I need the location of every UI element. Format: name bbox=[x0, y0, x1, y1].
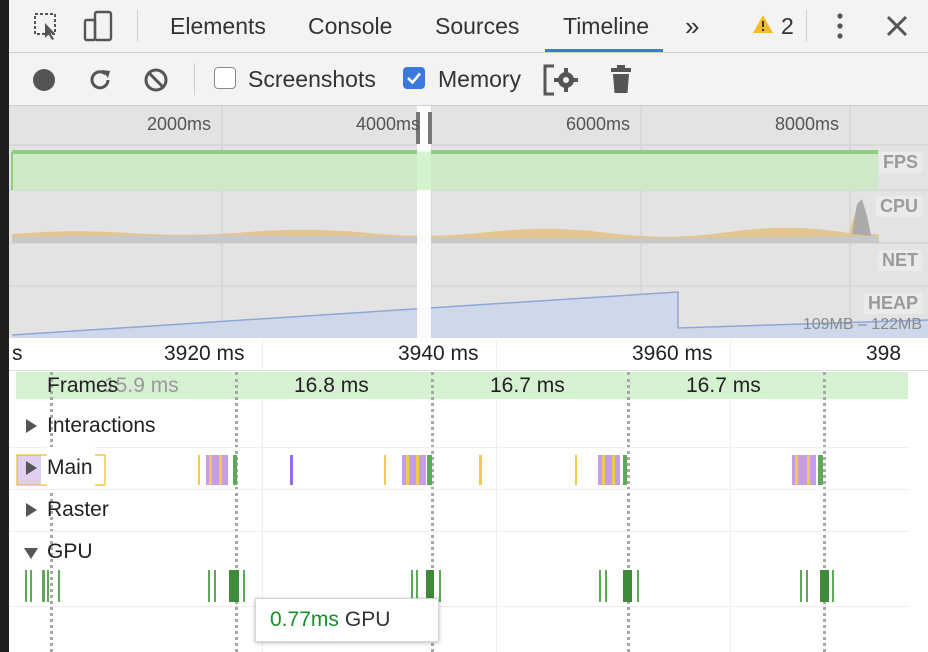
memory-label[interactable]: Memory bbox=[438, 53, 521, 105]
fps-track-label: FPS bbox=[878, 152, 922, 173]
warning-count[interactable]: 2 bbox=[781, 0, 794, 52]
tooltip-duration: 0.77ms bbox=[270, 608, 339, 631]
collapse-triangle-icon[interactable] bbox=[24, 548, 38, 559]
device-toolbar-icon[interactable] bbox=[83, 10, 113, 47]
heap-range: 109MB – 122MB bbox=[802, 316, 922, 333]
warning-icon[interactable] bbox=[752, 14, 774, 39]
timeline-overview[interactable]: 2000ms 4000ms 6000ms 8000ms FPS CPU NET … bbox=[9, 106, 928, 339]
close-icon[interactable] bbox=[885, 14, 909, 43]
main-label: Main bbox=[47, 447, 95, 489]
cpu-track-label: CPU bbox=[875, 196, 922, 217]
more-tabs-button[interactable]: » bbox=[685, 0, 699, 52]
gpu-row[interactable]: GPU bbox=[9, 531, 909, 573]
screenshots-checkbox[interactable] bbox=[214, 67, 236, 89]
interactions-label: Interactions bbox=[47, 414, 156, 437]
tab-elements[interactable]: Elements bbox=[170, 0, 266, 52]
clear-icon[interactable] bbox=[143, 67, 169, 98]
tooltip-label: GPU bbox=[344, 608, 391, 631]
main-thread-events bbox=[16, 454, 823, 486]
frame-duration[interactable]: 16.8 ms bbox=[294, 372, 369, 399]
expand-triangle-icon[interactable] bbox=[26, 503, 37, 517]
gpu-events[interactable] bbox=[0, 568, 928, 608]
overview-tick: 4000ms bbox=[356, 114, 421, 134]
memory-checkbox[interactable] bbox=[403, 67, 425, 89]
frames-track[interactable]: Frames 15.9 ms 16.8 ms 16.7 ms 16.7 ms bbox=[16, 372, 908, 399]
net-track-label: NET bbox=[878, 250, 922, 271]
heap-track-label: HEAP bbox=[863, 293, 922, 314]
screenshots-label[interactable]: Screenshots bbox=[248, 53, 376, 105]
reload-icon[interactable] bbox=[87, 67, 113, 98]
tab-timeline[interactable]: Timeline bbox=[544, 0, 664, 52]
expand-triangle-icon[interactable] bbox=[26, 419, 37, 433]
main-row[interactable]: Main bbox=[9, 447, 909, 490]
trash-icon[interactable] bbox=[610, 64, 632, 99]
inspect-element-icon[interactable] bbox=[33, 12, 61, 45]
capture-settings-icon[interactable] bbox=[542, 63, 582, 102]
kebab-menu-icon[interactable] bbox=[835, 12, 845, 45]
gpu-row-divider bbox=[9, 606, 909, 607]
overview-graph bbox=[9, 106, 928, 338]
record-icon[interactable] bbox=[32, 68, 56, 97]
frame-duration[interactable]: 16.7 ms bbox=[686, 372, 761, 399]
tab-console[interactable]: Console bbox=[308, 0, 392, 52]
gpu-tooltip: 0.77ms GPU bbox=[255, 598, 439, 642]
gpu-label: GPU bbox=[47, 540, 93, 563]
devtools-tabbar: Elements Console Sources Timeline » 2 bbox=[9, 0, 928, 53]
overview-tick: 2000ms bbox=[147, 114, 212, 134]
raster-label: Raster bbox=[47, 498, 109, 521]
raster-row[interactable]: Raster bbox=[9, 489, 909, 532]
timeline-toolbar: Screenshots Memory bbox=[9, 53, 928, 106]
overview-tick: 6000ms bbox=[566, 114, 631, 134]
frame-duration[interactable]: 16.7 ms bbox=[490, 372, 565, 399]
tab-sources[interactable]: Sources bbox=[435, 0, 519, 52]
interactions-row[interactable]: Interactions bbox=[9, 405, 909, 448]
overview-tick: 8000ms bbox=[775, 114, 840, 134]
expand-triangle-icon[interactable] bbox=[26, 461, 37, 475]
frames-label: Frames bbox=[47, 374, 119, 397]
